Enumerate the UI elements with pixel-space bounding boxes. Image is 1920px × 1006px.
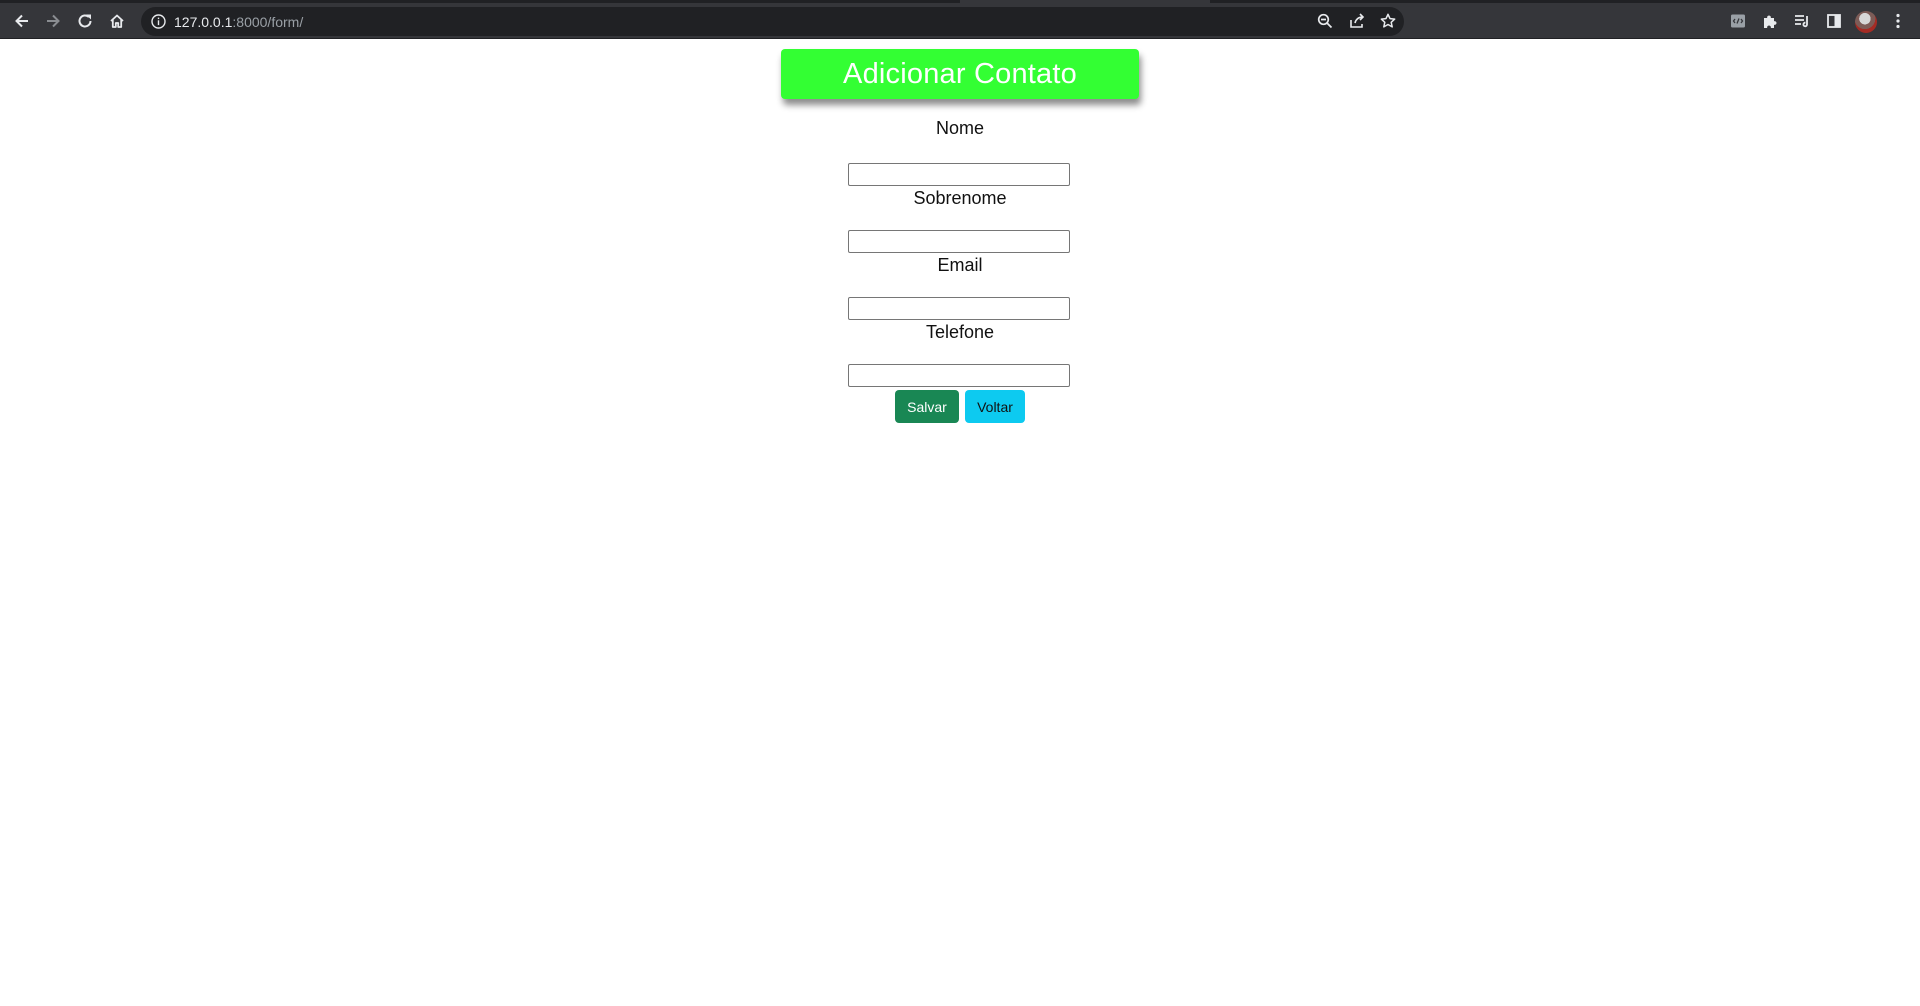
side-panel-icon [1827, 14, 1841, 28]
reload-icon [78, 14, 92, 28]
more-menu-button[interactable] [1884, 7, 1912, 35]
back-button[interactable] [8, 7, 36, 35]
profile-avatar[interactable] [1855, 11, 1877, 33]
url-path: :8000/form/ [232, 14, 304, 30]
url-text[interactable]: 127.0.0.1:8000/form/ [174, 14, 303, 30]
devtools-extension-button[interactable] [1724, 7, 1752, 35]
page-title: Adicionar Contato [843, 57, 1077, 90]
extensions-button[interactable] [1756, 7, 1784, 35]
forward-icon [47, 14, 60, 28]
save-button[interactable]: Salvar [895, 390, 959, 423]
zoom-icon[interactable] [1316, 12, 1334, 30]
info-icon[interactable] [150, 13, 167, 30]
nome-input[interactable] [848, 163, 1070, 186]
nome-label: Nome [935, 118, 984, 138]
telefone-label: Telefone [925, 322, 995, 342]
reading-list-button[interactable] [1788, 7, 1816, 35]
more-menu-icon [1896, 13, 1900, 29]
sobrenome-input[interactable] [848, 230, 1070, 253]
home-button[interactable] [103, 7, 131, 35]
side-panel-button[interactable] [1820, 7, 1848, 35]
reading-list-icon [1795, 15, 1808, 28]
email-label: Email [937, 255, 983, 275]
email-input[interactable] [848, 297, 1070, 320]
back-icon [15, 14, 28, 28]
page-content: Adicionar Contato Nome Sobrenome Email T… [0, 39, 1920, 1006]
forward-button[interactable] [39, 7, 67, 35]
sobrenome-label: Sobrenome [913, 188, 1007, 208]
browser-toolbar: 127.0.0.1:8000/form/ [0, 3, 1920, 39]
extensions-puzzle-icon [1764, 15, 1777, 28]
share-icon[interactable] [1348, 12, 1366, 30]
url-host: 127.0.0.1 [174, 14, 233, 30]
bookmark-star-icon[interactable] [1379, 12, 1397, 30]
home-icon [110, 14, 124, 28]
extension-devtools-icon [1731, 14, 1745, 28]
reload-button[interactable] [71, 7, 99, 35]
back-button-form[interactable]: Voltar [965, 390, 1025, 423]
telefone-input[interactable] [848, 364, 1070, 387]
address-bar[interactable]: 127.0.0.1:8000/form/ [141, 7, 1404, 36]
page-title-banner: Adicionar Contato [781, 49, 1139, 99]
